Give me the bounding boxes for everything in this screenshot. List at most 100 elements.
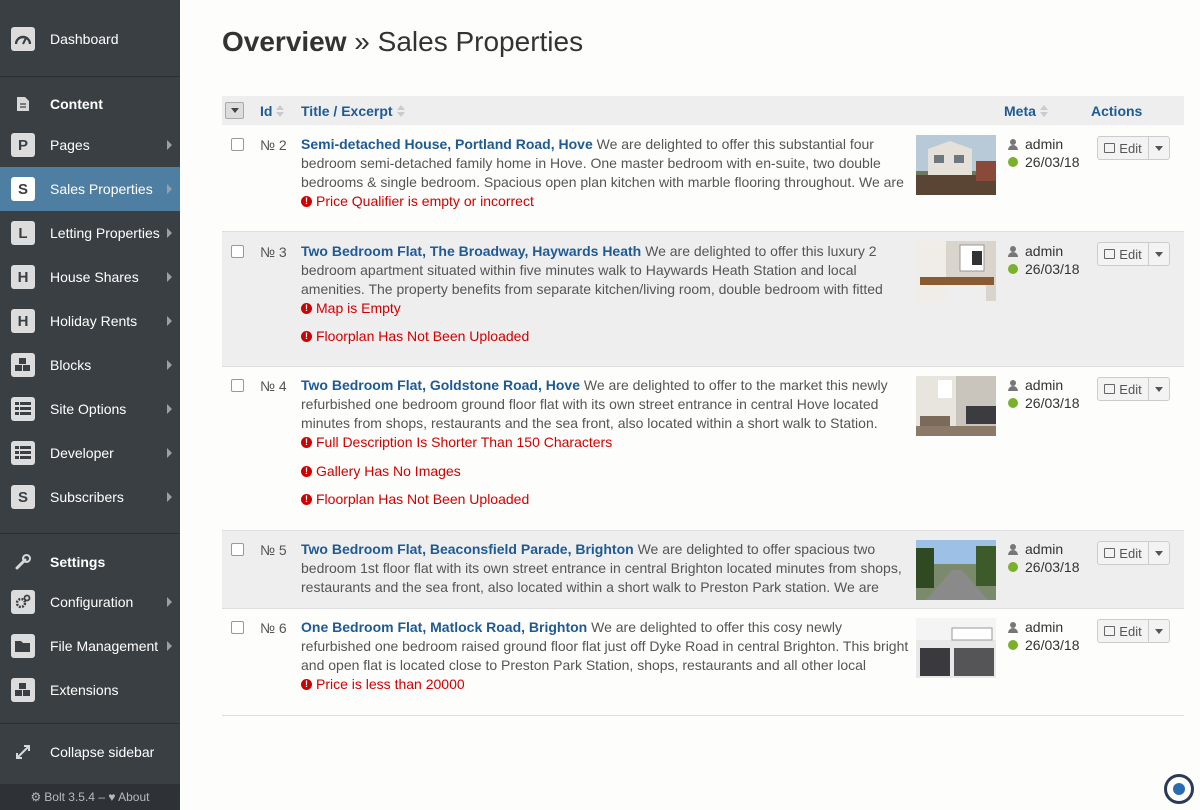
sidebar-item-site-options[interactable]: Site Options	[0, 387, 180, 431]
sidebar-item-label: Holiday Rents	[50, 313, 138, 329]
row-title-link[interactable]: Two Bedroom Flat, The Broadway, Haywards…	[301, 243, 641, 259]
published-status-icon	[1008, 264, 1018, 274]
sidebar-item-label: Blocks	[50, 357, 92, 373]
holiday-rents-letter-icon: H	[11, 309, 35, 333]
edit-label: Edit	[1119, 545, 1142, 561]
exclamation-icon: !	[301, 437, 312, 448]
exclamation-icon: !	[301, 196, 312, 207]
published-status-icon	[1008, 157, 1018, 167]
caret-right-icon	[167, 641, 172, 651]
table-row: № 4 Two Bedroom Flat, Goldstone Road, Ho…	[222, 367, 1184, 531]
actions-dropdown-button[interactable]	[1149, 377, 1170, 401]
sidebar-heading-content[interactable]: Content	[0, 82, 180, 126]
row-title-link[interactable]: Two Bedroom Flat, Goldstone Road, Hove	[301, 377, 580, 393]
row-warning: ! Price Qualifier is empty or incorrect	[301, 192, 909, 211]
help-widget-icon[interactable]	[1164, 774, 1194, 804]
table-row: № 3 Two Bedroom Flat, The Broadway, Hayw…	[222, 232, 1184, 367]
sidebar-item-label: Dashboard	[50, 31, 119, 47]
caret-right-icon	[167, 492, 172, 502]
warning-text: Price is less than 20000	[316, 676, 465, 692]
edit-label: Edit	[1119, 381, 1142, 397]
edit-button[interactable]: Edit	[1097, 242, 1149, 266]
version-about-link[interactable]: Bolt 3.5.4 – ♥ About	[44, 790, 149, 804]
dashboard-icon	[11, 27, 35, 51]
row-checkbox[interactable]	[231, 621, 244, 634]
sort-icon	[1039, 105, 1048, 117]
edit-button[interactable]: Edit	[1097, 136, 1149, 160]
sidebar-item-label: Collapse sidebar	[50, 744, 155, 760]
column-header-title[interactable]: Title / Excerpt	[301, 103, 405, 119]
actions-dropdown-button[interactable]	[1149, 541, 1170, 565]
row-thumbnail[interactable]	[916, 540, 996, 600]
row-checkbox[interactable]	[231, 245, 244, 258]
sidebar-footer[interactable]: ⚙ Bolt 3.5.4 – ♥ About	[0, 784, 180, 810]
actions-dropdown-button[interactable]	[1149, 242, 1170, 266]
row-excerpt-block: Semi-detached House, Portland Road, Hove…	[301, 135, 909, 192]
gear-icon: ⚙	[30, 790, 42, 804]
caret-right-icon	[167, 448, 172, 458]
sidebar-item-label: Developer	[50, 445, 114, 461]
sidebar-item-label: Extensions	[50, 682, 119, 698]
sidebar-item-dashboard[interactable]: Dashboard	[0, 17, 180, 61]
row-date: 26/03/18	[1025, 637, 1080, 653]
sidebar-item-extensions[interactable]: Extensions	[0, 668, 180, 712]
edit-button[interactable]: Edit	[1097, 541, 1149, 565]
sidebar-item-sales-properties[interactable]: S Sales Properties	[0, 167, 180, 211]
column-header-label: Title / Excerpt	[301, 103, 393, 119]
table-row: № 2 Semi-detached House, Portland Road, …	[222, 125, 1184, 232]
sidebar-item-label: Letting Properties	[50, 225, 160, 241]
row-meta: admin 26/03/18	[1008, 540, 1080, 576]
sidebar-item-blocks[interactable]: Blocks	[0, 343, 180, 387]
warning-text: Map is Empty	[316, 300, 401, 316]
row-checkbox[interactable]	[231, 543, 244, 556]
row-meta: admin 26/03/18	[1008, 242, 1080, 278]
sidebar-divider	[0, 723, 180, 724]
column-header-id[interactable]: Id	[260, 103, 285, 119]
sidebar-item-pages[interactable]: P Pages	[0, 123, 180, 167]
select-all-dropdown[interactable]	[225, 102, 244, 119]
row-checkbox[interactable]	[231, 138, 244, 151]
sidebar-collapse-button[interactable]: Collapse sidebar	[0, 730, 180, 774]
exclamation-icon: !	[301, 494, 312, 505]
sidebar-item-subscribers[interactable]: S Subscribers	[0, 475, 180, 519]
sidebar-item-developer[interactable]: Developer	[0, 431, 180, 475]
column-header-meta[interactable]: Meta	[1004, 103, 1048, 119]
table-row: № 5 Two Bedroom Flat, Beaconsfield Parad…	[222, 531, 1184, 609]
sidebar-item-label: Subscribers	[50, 489, 124, 505]
published-status-icon	[1008, 398, 1018, 408]
sidebar-item-holiday-rents[interactable]: H Holiday Rents	[0, 299, 180, 343]
row-title-link[interactable]: Semi-detached House, Portland Road, Hove	[301, 136, 593, 152]
row-title-link[interactable]: Two Bedroom Flat, Beaconsfield Parade, B…	[301, 541, 634, 557]
row-id: № 3	[260, 244, 287, 260]
row-checkbox[interactable]	[231, 379, 244, 392]
wrench-icon	[11, 550, 35, 574]
sidebar-item-house-shares[interactable]: H House Shares	[0, 255, 180, 299]
row-author: admin	[1025, 136, 1064, 152]
sidebar-item-configuration[interactable]: Configuration	[0, 580, 180, 624]
column-header-actions: Actions	[1091, 103, 1142, 119]
sidebar-item-letting-properties[interactable]: L Letting Properties	[0, 211, 180, 255]
row-thumbnail[interactable]	[916, 376, 996, 436]
caret-right-icon	[167, 360, 172, 370]
row-thumbnail[interactable]	[916, 618, 996, 678]
row-title-link[interactable]: One Bedroom Flat, Matlock Road, Brighton	[301, 619, 587, 635]
sidebar-heading-settings[interactable]: Settings	[0, 540, 180, 584]
sidebar-item-file-management[interactable]: File Management	[0, 624, 180, 668]
row-content: Two Bedroom Flat, Goldstone Road, Hove W…	[301, 376, 909, 509]
subscribers-letter-icon: S	[11, 485, 35, 509]
edit-button[interactable]: Edit	[1097, 377, 1149, 401]
caret-right-icon	[167, 597, 172, 607]
edit-button[interactable]: Edit	[1097, 619, 1149, 643]
row-date: 26/03/18	[1025, 559, 1080, 575]
actions-dropdown-button[interactable]	[1149, 136, 1170, 160]
row-thumbnail[interactable]	[916, 135, 996, 195]
row-thumbnail[interactable]	[916, 241, 996, 301]
row-actions: Edit	[1097, 377, 1170, 401]
actions-dropdown-button[interactable]	[1149, 619, 1170, 643]
row-meta: admin 26/03/18	[1008, 376, 1080, 412]
row-date: 26/03/18	[1025, 154, 1080, 170]
exclamation-icon: !	[301, 679, 312, 690]
sidebar-divider	[0, 533, 180, 534]
warning-text: Floorplan Has Not Been Uploaded	[316, 328, 530, 344]
caret-right-icon	[167, 184, 172, 194]
